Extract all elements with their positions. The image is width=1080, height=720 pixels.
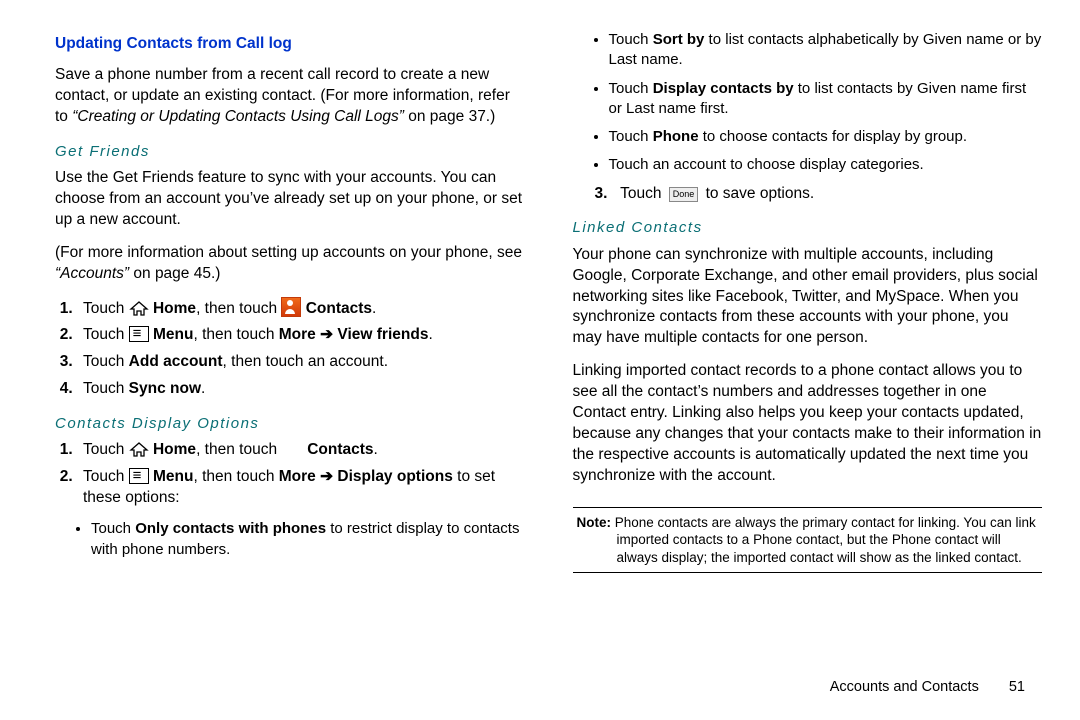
menu-icon	[129, 468, 149, 484]
right-column: Touch Sort by to list contacts alphabeti…	[549, 30, 1043, 700]
text: Touch	[91, 520, 135, 537]
display-contacts-by-label: Display contacts by	[653, 80, 794, 97]
text: Touch an account to choose display categ…	[609, 156, 924, 173]
text: Touch	[609, 31, 653, 48]
text: Touch	[609, 80, 653, 97]
sort-by-label: Sort by	[653, 31, 705, 48]
bullet-phone: Touch Phone to choose contacts for displ…	[609, 127, 1043, 147]
footer-section: Accounts and Contacts	[830, 679, 979, 695]
text: on page 37.)	[408, 108, 495, 125]
manual-page: Updating Contacts from Call log Save a p…	[0, 0, 1080, 720]
ref-creating-contacts: “Creating or Updating Contacts Using Cal…	[72, 108, 408, 125]
text: to choose contacts for display by group.	[699, 128, 967, 145]
step-3: Touch Add account, then touch an account…	[77, 352, 525, 373]
display-options-bullets: Touch Only contacts with phones to restr…	[55, 519, 525, 560]
text: Touch	[83, 326, 129, 343]
home-label: Home	[153, 300, 196, 317]
step-4: Touch Sync now.	[77, 379, 525, 400]
text: Touch	[609, 128, 653, 145]
para-linked-sync: Your phone can synchronize with multiple…	[573, 245, 1043, 350]
para-save-phone-number: Save a phone number from a recent call r…	[55, 65, 525, 128]
left-column: Updating Contacts from Call log Save a p…	[55, 30, 549, 700]
text: Touch	[620, 185, 666, 202]
more-label: More	[279, 326, 316, 343]
para-get-friends-desc: Use the Get Friends feature to sync with…	[55, 168, 525, 231]
contacts-label: Contacts	[307, 441, 373, 458]
menu-icon	[129, 326, 149, 342]
step-2: Touch Menu, then touch MoreView friends.	[77, 325, 525, 346]
heading-get-friends: Get Friends	[55, 142, 525, 162]
home-label: Home	[153, 441, 196, 458]
text: on page 45.)	[133, 265, 220, 282]
text: Touch	[83, 468, 129, 485]
home-icon	[129, 441, 149, 457]
menu-label: Menu	[153, 326, 193, 343]
text: , then touch	[193, 468, 278, 485]
text: , then touch	[193, 326, 278, 343]
para-linked-benefits: Linking imported contact records to a ph…	[573, 361, 1043, 487]
step-number: 3.	[595, 185, 608, 202]
text: Touch	[83, 353, 129, 370]
step-2: Touch Menu, then touch More Display optio…	[77, 467, 525, 509]
note-first-line: Phone contacts are always the primary co…	[615, 515, 1036, 530]
page-footer: Accounts and Contacts 51	[830, 678, 1025, 698]
step-1: Touch Home, then touch Contacts.	[77, 440, 525, 461]
text: Touch	[83, 441, 129, 458]
text: , then touch	[196, 441, 281, 458]
heading-updating-contacts: Updating Contacts from Call log	[55, 34, 525, 55]
contacts-label: Contacts	[306, 300, 372, 317]
step-1: Touch Home, then touch Contacts.	[77, 297, 525, 320]
only-contacts-label: Only contacts with phones	[135, 520, 326, 537]
ref-accounts: “Accounts”	[55, 265, 133, 282]
heading-linked-contacts: Linked Contacts	[573, 218, 1043, 238]
bullet-only-contacts-with-phones: Touch Only contacts with phones to restr…	[91, 519, 525, 560]
arrow-icon	[316, 468, 338, 485]
heading-contacts-display-options: Contacts Display Options	[55, 414, 525, 434]
phone-label: Phone	[653, 128, 699, 145]
done-button-icon: Done	[669, 187, 699, 202]
get-friends-steps: Touch Home, then touch Contacts. Touch M…	[55, 297, 525, 401]
home-icon	[129, 300, 149, 316]
bullet-account-categories: Touch an account to choose display categ…	[609, 155, 1043, 175]
contacts-icon	[281, 297, 301, 317]
text: , then touch	[196, 300, 281, 317]
page-number: 51	[1009, 679, 1025, 695]
text: to save options.	[706, 185, 815, 202]
display-options-bullets-cont: Touch Sort by to list contacts alphabeti…	[573, 30, 1043, 176]
more-label: More	[279, 468, 316, 485]
note-box: Note: Phone contacts are always the prim…	[573, 507, 1043, 574]
display-options-steps: Touch Home, then touch Contacts. Touch M…	[55, 440, 525, 509]
sync-now-label: Sync now	[129, 380, 201, 397]
para-get-friends-ref: (For more information about setting up a…	[55, 243, 525, 285]
text: , then touch an account.	[223, 353, 388, 370]
bullet-display-contacts-by: Touch Display contacts by to list contac…	[609, 79, 1043, 120]
step-3-save: 3. Touch Done to save options.	[573, 184, 1043, 205]
text: Touch	[83, 380, 129, 397]
display-options-label: Display options	[337, 468, 452, 485]
note-label: Note:	[577, 515, 615, 530]
bullet-sort-by: Touch Sort by to list contacts alphabeti…	[609, 30, 1043, 71]
menu-label: Menu	[153, 468, 193, 485]
add-account-label: Add account	[129, 353, 223, 370]
text: (For more information about setting up a…	[55, 244, 522, 261]
text: Touch	[83, 300, 129, 317]
note-body: imported contacts to a Phone contact, bu…	[577, 531, 1039, 566]
view-friends-label: View friends	[337, 326, 428, 343]
arrow-icon	[316, 326, 338, 343]
